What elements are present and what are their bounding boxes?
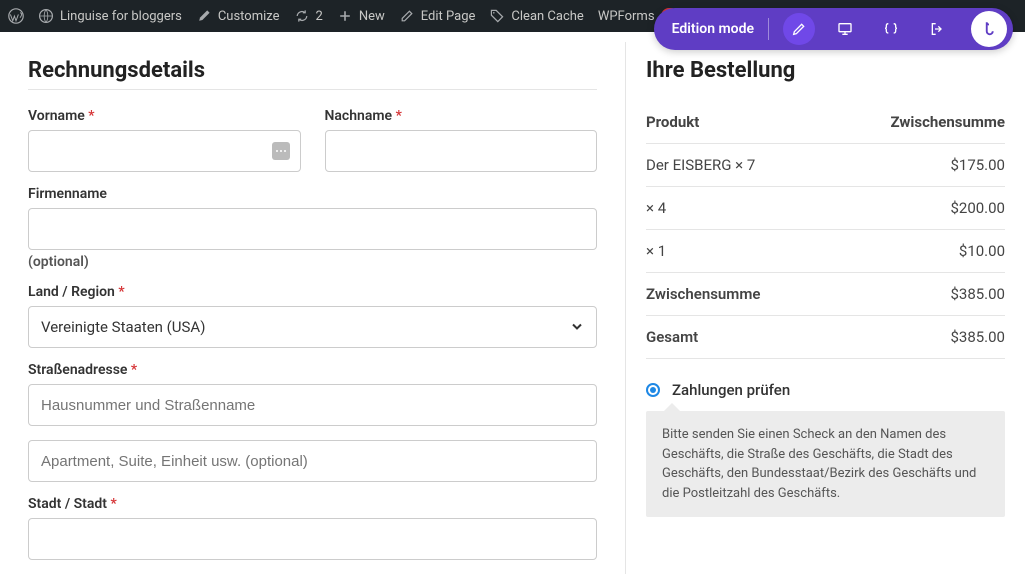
braces-icon xyxy=(883,21,899,37)
refresh-icon xyxy=(294,8,310,24)
col-product: Produkt xyxy=(646,113,699,131)
monitor-icon xyxy=(837,21,853,37)
adminbar-clean-cache[interactable]: Clean Cache xyxy=(489,8,583,24)
company-input[interactable] xyxy=(41,209,584,249)
order-total-row: Gesamt $385.00 xyxy=(646,316,1005,359)
order-subtotal-row: Zwischensumme $385.00 xyxy=(646,273,1005,316)
country-label: Land / Region * xyxy=(28,284,597,300)
city-field[interactable] xyxy=(28,518,597,560)
company-label: Firmenname xyxy=(28,186,597,202)
plus-icon xyxy=(337,8,353,24)
chevron-down-icon xyxy=(571,318,583,337)
exit-icon xyxy=(929,21,945,37)
adminbar-updates[interactable]: 2 xyxy=(294,8,323,24)
order-header-row: Produkt Zwischensumme xyxy=(646,101,1005,144)
col-subtotal: Zwischensumme xyxy=(890,113,1005,131)
pencil-icon xyxy=(399,8,415,24)
order-summary: Ihre Bestellung Produkt Zwischensumme De… xyxy=(625,42,1025,574)
edition-mode-label: Edition mode xyxy=(672,21,754,37)
payment-option-check[interactable]: Zahlungen prüfen xyxy=(646,381,1005,399)
street2-field[interactable] xyxy=(28,440,597,482)
order-heading: Ihre Bestellung xyxy=(646,58,1005,83)
order-item-row: × 1 $10.00 xyxy=(646,230,1005,273)
radio-checked-icon[interactable] xyxy=(646,383,660,397)
preview-icon-button[interactable] xyxy=(829,13,861,45)
brush-icon xyxy=(196,8,212,24)
adminbar-edit-page[interactable]: Edit Page xyxy=(399,8,476,24)
exit-icon-button[interactable] xyxy=(921,13,953,45)
order-item-row: × 4 $200.00 xyxy=(646,187,1005,230)
adminbar-new[interactable]: New xyxy=(337,8,385,24)
code-icon-button[interactable] xyxy=(875,13,907,45)
logo-icon xyxy=(980,20,998,38)
country-select[interactable]: Vereinigte Staaten (USA) xyxy=(28,306,597,348)
last-name-field[interactable] xyxy=(325,130,598,172)
city-input[interactable] xyxy=(41,519,584,559)
tag-icon xyxy=(489,8,505,24)
payment-description: Bitte senden Sie einen Scheck an den Nam… xyxy=(646,411,1005,517)
last-name-label: Nachname * xyxy=(325,108,598,124)
city-label: Stadt / Stadt * xyxy=(28,496,597,512)
payment-label: Zahlungen prüfen xyxy=(672,381,790,399)
adminbar-customize[interactable]: Customize xyxy=(196,8,280,24)
edit-icon-button[interactable] xyxy=(783,13,815,45)
toolbar-divider xyxy=(768,18,769,40)
linguise-logo[interactable] xyxy=(971,11,1007,47)
first-name-field[interactable] xyxy=(28,130,301,172)
street-input[interactable] xyxy=(41,385,584,425)
divider xyxy=(28,89,597,90)
edition-toolbar: Edition mode xyxy=(654,8,1013,50)
pencil-icon xyxy=(791,21,807,37)
last-name-input[interactable] xyxy=(338,131,585,171)
street-field[interactable] xyxy=(28,384,597,426)
order-item-row: Der EISBERG × 7 $175.00 xyxy=(646,144,1005,187)
optional-label: (optional) xyxy=(28,254,597,270)
adminbar-site[interactable]: Linguise for bloggers xyxy=(38,8,182,24)
autofill-icon[interactable] xyxy=(272,142,290,160)
billing-form: Rechnungsdetails Vorname * Nachname * Fi… xyxy=(0,42,625,574)
country-value: Vereinigte Staaten (USA) xyxy=(41,318,205,336)
payment-block: Zahlungen prüfen Bitte senden Sie einen … xyxy=(646,381,1005,517)
site-icon xyxy=(38,8,54,24)
street2-input[interactable] xyxy=(41,441,584,481)
company-field[interactable] xyxy=(28,208,597,250)
first-name-label: Vorname * xyxy=(28,108,301,124)
billing-heading: Rechnungsdetails xyxy=(28,58,597,83)
adminbar-site-name: Linguise for bloggers xyxy=(60,9,182,24)
first-name-input[interactable] xyxy=(41,131,288,171)
street-label: Straßenadresse * xyxy=(28,362,597,378)
wp-logo[interactable] xyxy=(8,8,24,24)
